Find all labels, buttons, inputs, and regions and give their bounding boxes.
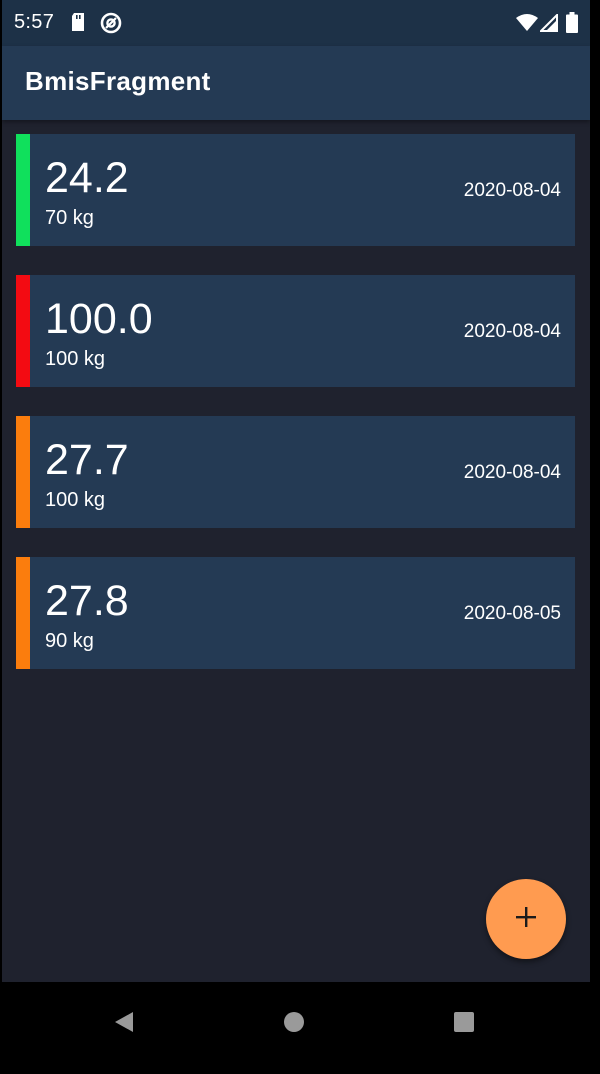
entry-date: 2020-08-04 — [463, 180, 561, 201]
bmi-status-strip — [16, 134, 30, 246]
bmi-card[interactable]: 24.2 70 kg 2020-08-04 — [16, 134, 575, 246]
wifi-icon — [516, 14, 538, 37]
sd-card-icon — [70, 12, 86, 37]
bmi-value: 24.2 — [45, 154, 129, 202]
entry-date: 2020-08-05 — [463, 603, 561, 624]
weight-value: 100 kg — [45, 489, 106, 511]
back-button[interactable] — [102, 1002, 146, 1046]
bmi-status-strip — [16, 275, 30, 387]
recents-button[interactable] — [442, 1002, 486, 1046]
app-screen: 5:57 BmisFragment 24.2 70 kg 2020-08-04 … — [2, 0, 590, 982]
cell-signal-icon — [538, 12, 558, 37]
at-sign-icon — [100, 12, 122, 39]
home-button[interactable] — [272, 1002, 316, 1046]
entry-date: 2020-08-04 — [463, 462, 561, 483]
bmi-card[interactable]: 27.8 90 kg 2020-08-05 — [16, 557, 575, 669]
weight-value: 90 kg — [45, 630, 94, 652]
bmi-card[interactable]: 100.0 100 kg 2020-08-04 — [16, 275, 575, 387]
weight-value: 70 kg — [45, 207, 94, 229]
battery-icon — [566, 12, 578, 38]
recents-icon — [453, 1011, 475, 1038]
entry-date: 2020-08-04 — [463, 321, 561, 342]
weight-value: 100 kg — [45, 348, 106, 370]
bmi-value: 27.7 — [45, 436, 129, 484]
bmi-card[interactable]: 27.7 100 kg 2020-08-04 — [16, 416, 575, 528]
page-title: BmisFragment — [25, 66, 211, 96]
home-icon — [283, 1011, 305, 1038]
app-bar: BmisFragment — [2, 46, 590, 120]
bmi-status-strip — [16, 416, 30, 528]
bmi-value: 27.8 — [45, 577, 129, 625]
bmi-value: 100.0 — [45, 295, 153, 343]
status-bar: 5:57 — [2, 0, 590, 46]
back-icon — [113, 1010, 135, 1039]
navigation-bar — [0, 982, 600, 1074]
plus-icon — [515, 906, 537, 933]
bmi-list: 24.2 70 kg 2020-08-04 100.0 100 kg 2020-… — [2, 134, 590, 698]
add-bmi-button[interactable] — [486, 879, 566, 959]
bmi-status-strip — [16, 557, 30, 669]
status-time: 5:57 — [14, 11, 55, 33]
